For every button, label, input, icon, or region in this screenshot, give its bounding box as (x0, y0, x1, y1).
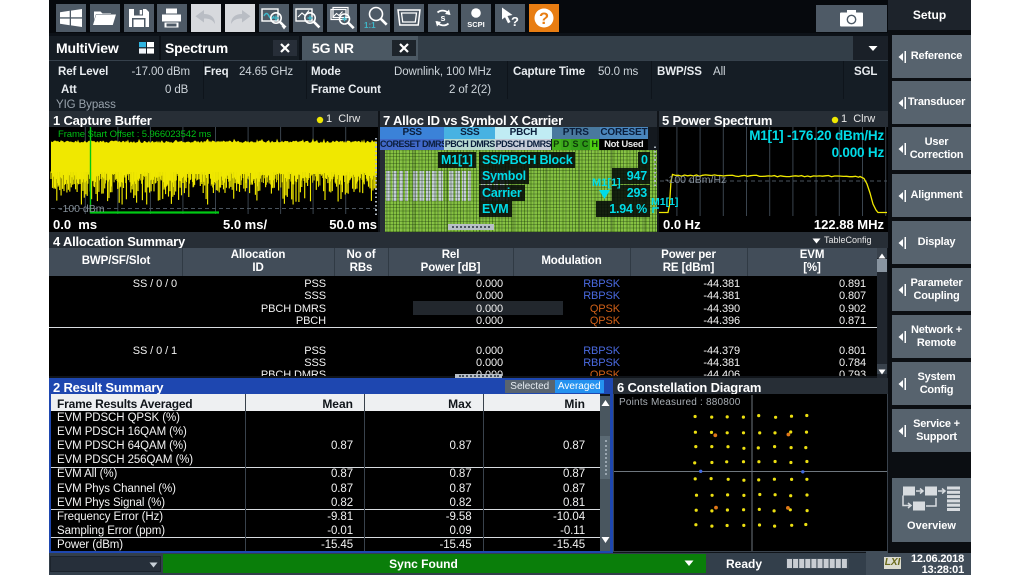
svg-text:SCPI: SCPI (467, 20, 485, 29)
svg-text:?: ? (511, 14, 519, 29)
svg-text:s: s (440, 13, 445, 23)
svg-text:1:1: 1:1 (364, 21, 376, 30)
svg-text:?: ? (539, 10, 549, 28)
